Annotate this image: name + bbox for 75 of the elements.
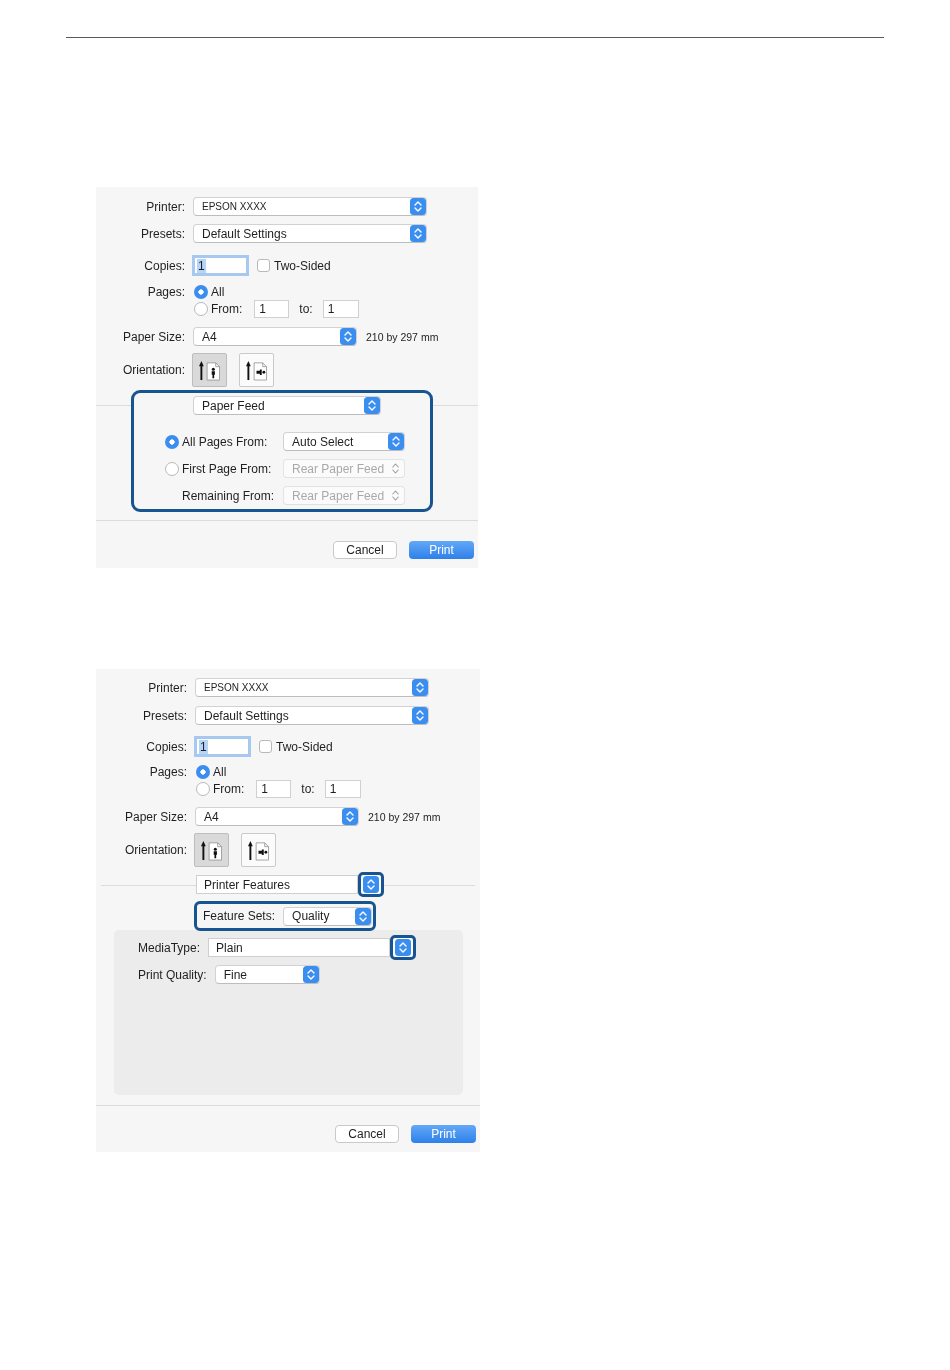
field-label: Orientation: — [124, 843, 187, 857]
select-dropdown[interactable]: A4 — [195, 807, 359, 826]
field-label: Paper Size: — [122, 329, 185, 344]
cancel-button[interactable]: Cancel — [333, 541, 397, 559]
select-dropdown[interactable]: Plain — [208, 935, 417, 960]
field-label: Printer: — [148, 680, 187, 695]
orientation-button[interactable] — [241, 833, 276, 867]
radio-label: All Pages From: — [182, 434, 269, 449]
radio-label: From: — [211, 302, 243, 316]
radio-label: From: — [213, 782, 245, 796]
stepper-icon — [395, 939, 412, 956]
select-dropdown[interactable]: Printer Features — [196, 872, 384, 897]
select-dropdown[interactable]: Default Settings — [195, 706, 429, 725]
text-field[interactable]: 1 — [192, 255, 249, 276]
select-dropdown[interactable]: Fine — [214, 965, 320, 984]
landscape-icon — [247, 839, 270, 861]
select-dropdown[interactable]: EPSON XXXX — [195, 678, 429, 697]
select-dropdown[interactable]: Quality — [283, 906, 373, 926]
text-field[interactable]: 1 — [194, 736, 251, 757]
size-text: 210 by 297 mm — [366, 330, 439, 343]
field-label: MediaType: — [138, 940, 201, 955]
size-text: 210 by 297 mm — [368, 810, 441, 823]
radio-label: All — [211, 285, 225, 299]
select-dropdown[interactable]: Paper Feed — [193, 396, 381, 415]
field-label: Copies: — [146, 739, 187, 754]
field-label: Orientation: — [122, 363, 185, 377]
field-label: Print Quality: — [138, 967, 207, 982]
checkbox-label: Two-Sided — [276, 739, 333, 754]
field-label: Presets: — [141, 226, 185, 241]
radio-label: All — [213, 765, 227, 779]
text-field[interactable]: 1 — [324, 780, 361, 798]
radio-button[interactable] — [194, 285, 208, 299]
orientation-button[interactable] — [194, 833, 229, 867]
stepper-icon — [340, 328, 356, 345]
field-label: Paper Size: — [124, 809, 187, 824]
select-dropdown[interactable]: Default Settings — [193, 224, 427, 243]
text-field[interactable]: 1 — [322, 300, 359, 318]
stepper-icon — [363, 876, 379, 893]
field-label: Pages: — [149, 765, 187, 779]
stepper-icon — [412, 707, 428, 724]
radio-label: First Page From: — [182, 461, 273, 476]
select-dropdown[interactable]: A4 — [193, 327, 357, 346]
radio-button[interactable] — [165, 434, 179, 449]
select-dropdown[interactable]: Auto Select — [283, 432, 405, 451]
checkbox[interactable] — [259, 740, 272, 753]
landscape-icon — [245, 359, 268, 381]
checkbox[interactable] — [257, 259, 270, 272]
portrait-icon — [200, 839, 223, 861]
field-label: Feature Sets: — [203, 909, 276, 923]
stepper-icon — [392, 490, 399, 501]
stepper-icon — [388, 433, 404, 450]
text-field[interactable]: 1 — [256, 780, 292, 798]
field-label: to: — [299, 302, 313, 316]
stepper-icon — [355, 907, 372, 925]
cancel-button[interactable]: Cancel — [335, 1125, 399, 1143]
field-label: Printer: — [146, 199, 185, 214]
stepper-icon — [410, 198, 426, 215]
orientation-button[interactable] — [239, 353, 274, 387]
radio-button[interactable] — [194, 302, 208, 316]
radio-button[interactable] — [196, 765, 210, 779]
field-label: to: — [301, 782, 315, 796]
stepper-icon — [392, 463, 399, 474]
field-label: Remaining From: — [182, 488, 276, 503]
orientation-button[interactable] — [192, 353, 227, 387]
stepper-icon — [412, 679, 428, 696]
select-dropdown[interactable]: EPSON XXXX — [193, 197, 427, 216]
field-label: Pages: — [147, 285, 185, 299]
portrait-icon — [198, 359, 221, 381]
stepper-icon — [342, 808, 358, 825]
checkbox-label: Two-Sided — [274, 258, 331, 273]
radio-button[interactable] — [196, 782, 210, 796]
stepper-icon — [410, 225, 426, 242]
field-label: Presets: — [143, 708, 187, 723]
field-label: Copies: — [144, 258, 185, 273]
text-field[interactable]: 1 — [254, 300, 290, 318]
